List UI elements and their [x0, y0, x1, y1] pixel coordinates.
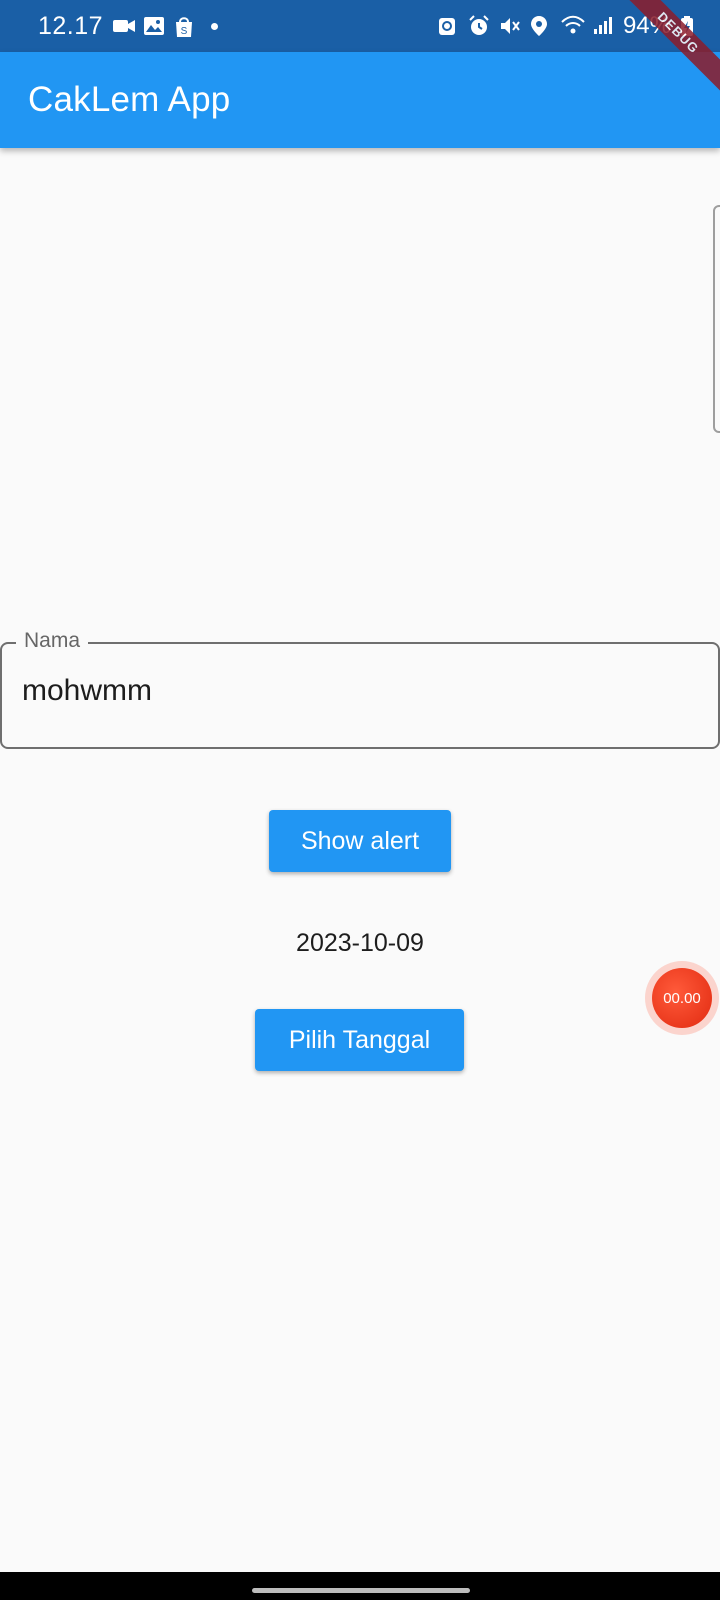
status-time: 12.17: [38, 11, 104, 40]
show-alert-button[interactable]: Show alert: [269, 810, 451, 872]
name-field-label: Nama: [16, 629, 89, 653]
app-title: CakLem App: [28, 80, 231, 119]
mute-icon: [499, 15, 521, 37]
location-icon: [530, 15, 552, 37]
video-camera-icon: [112, 16, 136, 36]
shopping-bag-icon: S: [174, 16, 196, 37]
selected-date: 2023-10-09: [296, 929, 424, 957]
notification-dot: [211, 22, 219, 30]
name-field[interactable]: Nama: [0, 629, 720, 749]
recorder-timer: 00.00: [663, 989, 701, 1007]
wifi-icon: [561, 15, 585, 37]
sync-icon: [437, 15, 459, 37]
debug-ribbon-label: DEBUG: [613, 0, 720, 98]
debug-banner: DEBUG: [610, 0, 720, 110]
navigation-bar: [0, 1572, 720, 1600]
status-left-icons: S: [112, 16, 219, 37]
edge-container: [713, 205, 720, 433]
screen-recorder-button[interactable]: 00.00: [652, 968, 712, 1028]
name-input[interactable]: [22, 674, 682, 708]
image-icon: [143, 16, 165, 36]
home-gesture-handle[interactable]: [252, 1588, 470, 1593]
svg-text:S: S: [181, 26, 188, 37]
alarm-icon: [468, 15, 490, 37]
pick-date-button[interactable]: Pilih Tanggal: [255, 1009, 464, 1071]
